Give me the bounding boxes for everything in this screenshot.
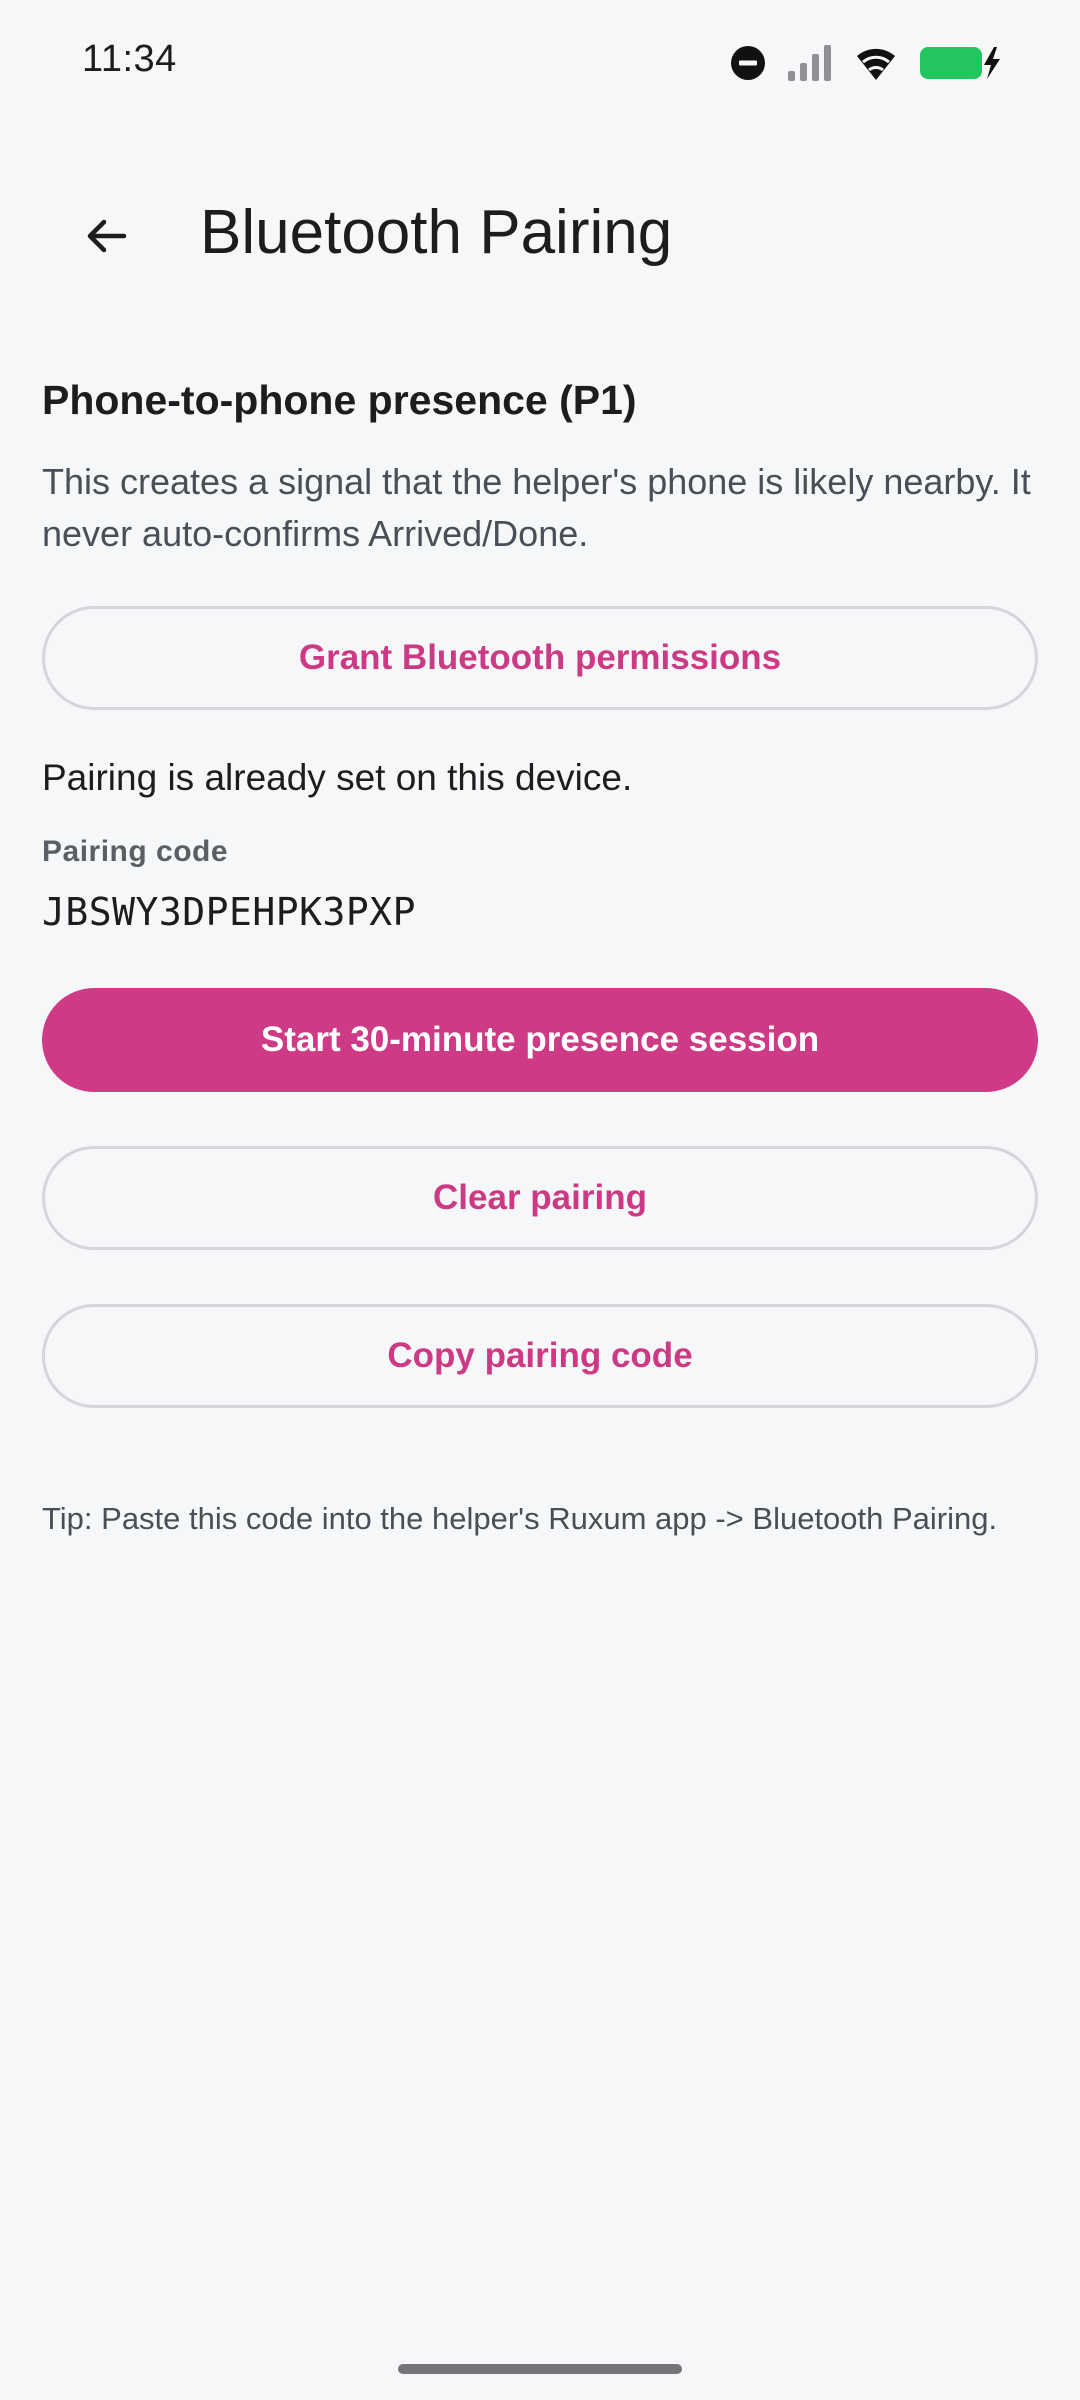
- pairing-code-value: JBSWY3DPEHPK3PXP: [42, 890, 417, 934]
- back-button[interactable]: [58, 190, 154, 286]
- grant-bluetooth-permissions-button[interactable]: Grant Bluetooth permissions: [42, 606, 1038, 710]
- section-title: Phone-to-phone presence (P1): [42, 377, 637, 423]
- tip-text: Tip: Paste this code into the helper's R…: [42, 1501, 998, 1536]
- battery-charging-icon: [918, 45, 1004, 81]
- pairing-code-label: Pairing code: [42, 835, 229, 868]
- section-description: This creates a signal that the helper's …: [42, 461, 1031, 554]
- arrow-back-icon: [82, 212, 130, 265]
- status-time: 11:34: [82, 38, 177, 80]
- start-presence-session-button[interactable]: Start 30-minute presence session: [42, 988, 1038, 1092]
- do-not-disturb-icon: [730, 45, 766, 81]
- gesture-navigation-handle[interactable]: [398, 2364, 682, 2374]
- cellular-signal-icon: [786, 43, 834, 83]
- clear-pairing-button[interactable]: Clear pairing: [42, 1146, 1038, 1250]
- pairing-status-text: Pairing is already set on this device.: [42, 757, 633, 798]
- top-app-bar: Bluetooth Pairing: [0, 170, 1080, 290]
- page-title: Bluetooth Pairing: [200, 198, 673, 267]
- copy-pairing-code-button[interactable]: Copy pairing code: [42, 1304, 1038, 1408]
- wifi-icon: [854, 44, 898, 82]
- status-icons: [730, 40, 1004, 86]
- presence-section: Phone-to-phone presence (P1) This create…: [42, 370, 1038, 1540]
- status-bar: 11:34: [0, 0, 1080, 120]
